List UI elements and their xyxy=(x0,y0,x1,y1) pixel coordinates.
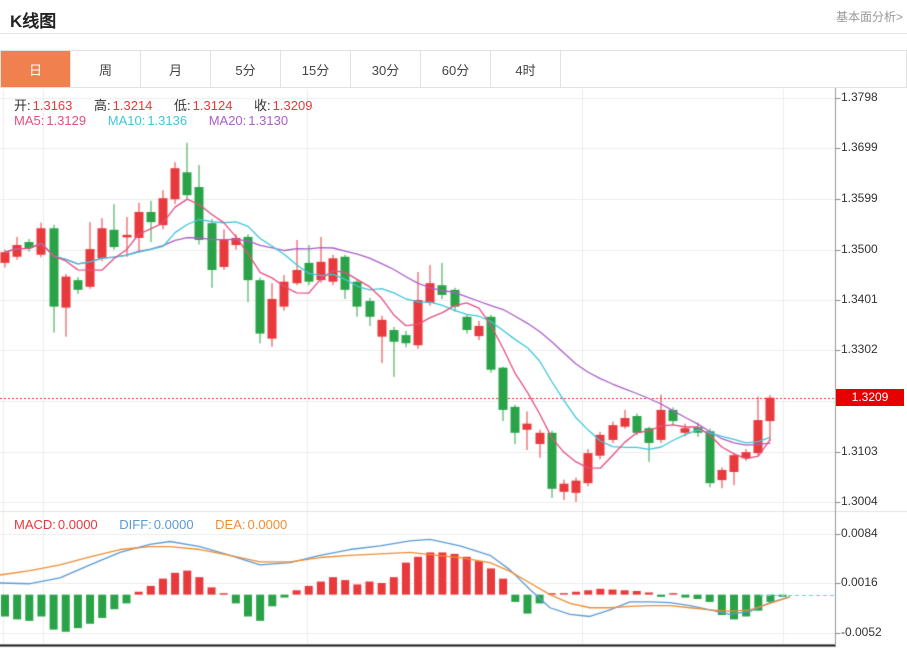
fundamental-analysis-link[interactable]: 基本面分析> xyxy=(836,8,903,25)
high-label: 高: xyxy=(94,98,111,113)
ohlc-readout: 开:1.3163 高:1.3214 低:1.3124 收:1.3209 xyxy=(14,95,314,114)
tab-60min[interactable]: 60分 xyxy=(421,51,491,87)
open-value: 1.3163 xyxy=(33,98,73,113)
macd-readout: MACD:0.0000 DIFF:0.0000 DEA:0.0000 xyxy=(14,517,289,532)
ma20-label: MA20: xyxy=(209,113,247,128)
tab-day[interactable]: 日 xyxy=(1,51,71,87)
price-tick-label: 1.3004 xyxy=(841,494,878,508)
diff-value: 0.0000 xyxy=(154,517,194,532)
kline-widget: K线图 基本面分析> 日周月5分15分30分60分4时 开:1.3163 高:1… xyxy=(0,0,907,648)
macd-tick-label: -0.0052 xyxy=(841,625,882,639)
price-tick-label: 1.3599 xyxy=(841,191,878,205)
dea-value: 0.0000 xyxy=(248,517,288,532)
tab-5min[interactable]: 5分 xyxy=(211,51,281,87)
price-tick-label: 1.3798 xyxy=(841,90,878,104)
price-tick-label: 1.3302 xyxy=(841,342,878,356)
open-label: 开: xyxy=(14,98,31,113)
macd-label: MACD: xyxy=(14,517,56,532)
ma10-value: 1.3136 xyxy=(147,113,187,128)
tab-30min[interactable]: 30分 xyxy=(351,51,421,87)
close-label: 收: xyxy=(254,98,271,113)
tab-15min[interactable]: 15分 xyxy=(281,51,351,87)
ma20-value: 1.3130 xyxy=(248,113,288,128)
header-divider xyxy=(0,33,907,34)
current-price-badge: 1.3209 xyxy=(836,389,904,406)
ma10-label: MA10: xyxy=(108,113,146,128)
page-title: K线图 xyxy=(10,7,56,32)
low-value: 1.3124 xyxy=(193,98,233,113)
ma5-value: 1.3129 xyxy=(46,113,86,128)
macd-tick-label: 0.0084 xyxy=(841,526,878,540)
price-tick-label: 1.3401 xyxy=(841,292,878,306)
price-tick-label: 1.3699 xyxy=(841,140,878,154)
period-tabbar: 日周月5分15分30分60分4时 xyxy=(0,50,907,88)
tab-4hour[interactable]: 4时 xyxy=(491,51,561,87)
high-value: 1.3214 xyxy=(113,98,153,113)
price-tick-label: 1.3103 xyxy=(841,444,878,458)
low-label: 低: xyxy=(174,98,191,113)
close-value: 1.3209 xyxy=(273,98,313,113)
macd-value: 0.0000 xyxy=(58,517,98,532)
ma-readout: MA5:1.3129 MA10:1.3136 MA20:1.3130 xyxy=(14,113,290,128)
macd-tick-label: 0.0016 xyxy=(841,575,878,589)
diff-label: DIFF: xyxy=(119,517,152,532)
tab-week[interactable]: 周 xyxy=(71,51,141,87)
tab-month[interactable]: 月 xyxy=(141,51,211,87)
ma5-label: MA5: xyxy=(14,113,44,128)
dea-label: DEA: xyxy=(215,517,245,532)
price-tick-label: 1.3500 xyxy=(841,242,878,256)
